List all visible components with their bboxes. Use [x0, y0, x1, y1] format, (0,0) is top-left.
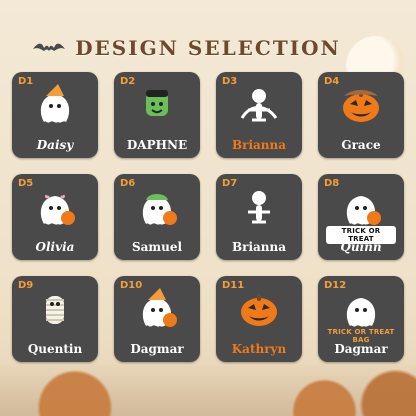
design-tile[interactable]: D9 Quentin — [12, 276, 98, 362]
ghost-bow-pumpkin-icon — [28, 184, 82, 232]
pumpkin-cowboy-icon — [334, 82, 388, 130]
ghost-cap-pumpkin-icon — [130, 184, 184, 232]
design-name: Kathryn — [231, 342, 287, 356]
design-badge: TRICK OR TREAT BAG — [327, 328, 395, 344]
page-title: DESIGN SELECTION — [75, 36, 341, 60]
design-name: Dagmar — [334, 342, 388, 356]
design-tile[interactable]: D12 Dagmar TRICK OR TREAT BAG — [318, 276, 404, 362]
design-name: Quentin — [27, 342, 83, 356]
design-badge: TRICK OR TREAT — [326, 226, 396, 244]
design-name: Brianna — [231, 240, 287, 254]
trick-or-treat-pumpkin-ghost-icon — [334, 184, 388, 232]
design-tile[interactable]: D3 Brianna — [216, 72, 302, 158]
design-name: Olivia — [35, 240, 75, 254]
design-tile[interactable]: D7 Brianna — [216, 174, 302, 260]
jack-o-lantern-icon — [232, 286, 286, 334]
design-name: Samuel — [131, 240, 183, 254]
design-name: Grace — [341, 138, 381, 152]
design-name: Brianna — [231, 138, 287, 152]
design-name: Dagmar — [130, 342, 184, 356]
mummy-icon — [28, 286, 82, 334]
pumpkin-footer-decoration — [0, 360, 416, 416]
design-tile[interactable]: D10 Dagmar — [114, 276, 200, 362]
ghost-witch-hat-icon — [28, 82, 82, 130]
design-tile[interactable]: D8 Quinn TRICK OR TREAT — [318, 174, 404, 260]
design-tile[interactable]: D5 Olivia — [12, 174, 98, 260]
design-tile[interactable]: D11 Kathryn — [216, 276, 302, 362]
skeleton-dinosaur-icon — [232, 82, 286, 130]
ghost-witch-hat-pumpkin-icon — [130, 286, 184, 334]
design-tile[interactable]: D2 DAPHNE — [114, 72, 200, 158]
frankenstein-icon — [130, 82, 184, 130]
design-tile[interactable]: D4 Grace — [318, 72, 404, 158]
design-tile[interactable]: D1 Daisy — [12, 72, 98, 158]
trick-or-treat-bag-candy-ghost-icon — [334, 286, 388, 334]
design-tile[interactable]: D6 Samuel — [114, 174, 200, 260]
design-name: Daisy — [36, 138, 74, 152]
skeleton-sitting-icon — [232, 184, 286, 232]
design-name: DAPHNE — [126, 138, 188, 152]
design-grid: D1 Daisy D2 DAPHNE D3 Brianna D4 Grace D5 Olivia D… — [12, 72, 404, 364]
